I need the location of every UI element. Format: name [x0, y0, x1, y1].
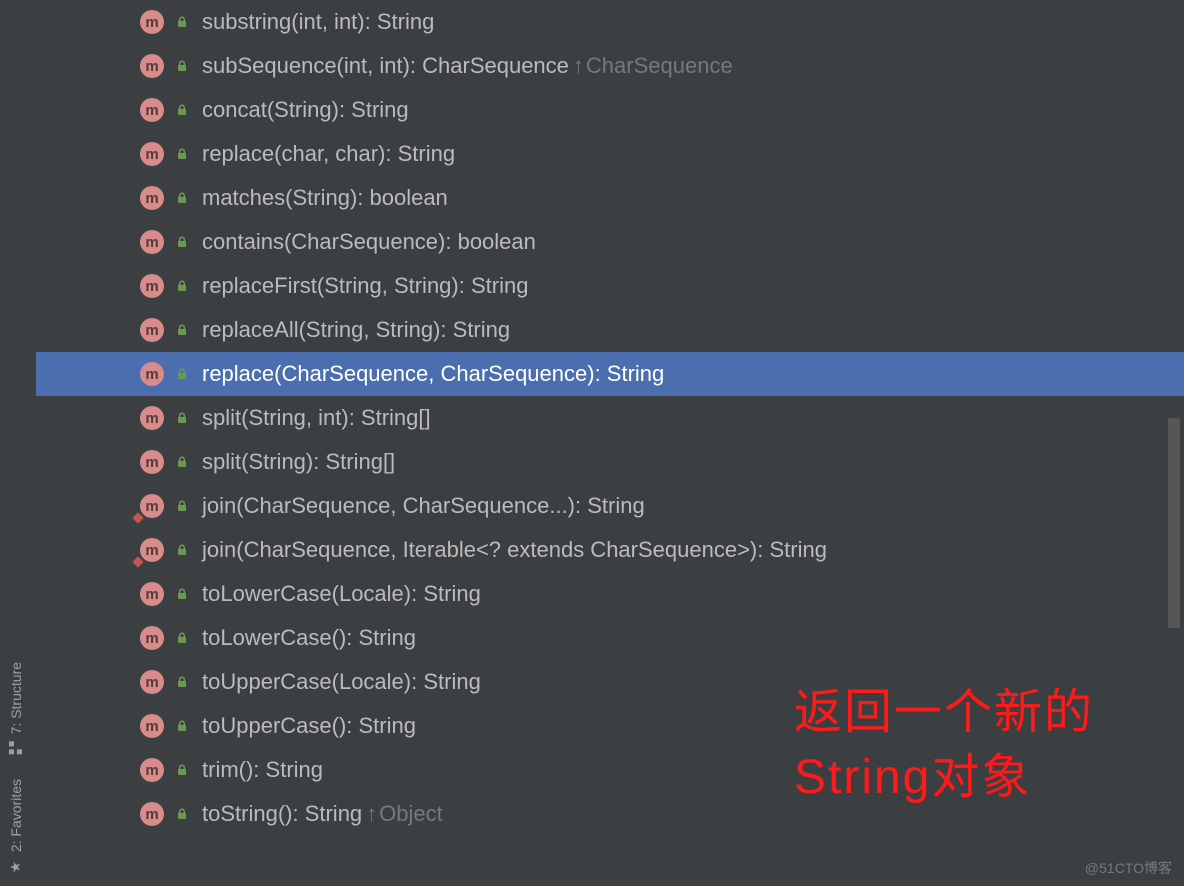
- lock-icon: [174, 542, 190, 558]
- favorites-tool-button[interactable]: ★ 2: Favorites: [4, 767, 28, 886]
- structure-tool-button[interactable]: 7: Structure: [4, 650, 28, 766]
- lock-icon: [174, 278, 190, 294]
- method-row[interactable]: m join(CharSequence, Iterable<? extends C…: [36, 528, 1184, 572]
- method-row[interactable]: m contains(CharSequence): boolean: [36, 220, 1184, 264]
- method-icon: m: [140, 582, 164, 606]
- method-signature: join(CharSequence, Iterable<? extends Ch…: [202, 537, 827, 563]
- lock-icon: [174, 630, 190, 646]
- lock-icon: [174, 234, 190, 250]
- method-signature: replace(char, char): String: [202, 141, 455, 167]
- method-signature: replaceAll(String, String): String: [202, 317, 510, 343]
- method-signature: toLowerCase(Locale): String: [202, 581, 481, 607]
- lock-icon: [174, 322, 190, 338]
- method-signature: replace(CharSequence, CharSequence): Str…: [202, 361, 664, 387]
- watermark: @51CTO博客: [1085, 858, 1172, 878]
- method-signature: replaceFirst(String, String): String: [202, 273, 528, 299]
- method-signature: join(CharSequence, CharSequence...): Str…: [202, 493, 645, 519]
- method-row[interactable]: m toLowerCase(Locale): String: [36, 572, 1184, 616]
- lock-icon: [174, 718, 190, 734]
- lock-icon: [174, 410, 190, 426]
- up-arrow-icon: ↑: [366, 801, 377, 826]
- method-row[interactable]: m replaceAll(String, String): String: [36, 308, 1184, 352]
- method-row[interactable]: m split(String, int): String[]: [36, 396, 1184, 440]
- method-signature: subSequence(int, int): CharSequence: [202, 53, 569, 79]
- lock-icon: [174, 674, 190, 690]
- method-signature: substring(int, int): String: [202, 9, 434, 35]
- structure-icon: [9, 740, 23, 756]
- method-icon: m: [140, 54, 164, 78]
- lock-icon: [174, 190, 190, 206]
- method-signature: contains(CharSequence): boolean: [202, 229, 536, 255]
- method-signature: toUpperCase(): String: [202, 713, 416, 739]
- method-signature: matches(String): boolean: [202, 185, 448, 211]
- favorites-label: 2: Favorites: [8, 779, 24, 852]
- method-icon: m: [140, 98, 164, 122]
- method-signature: split(String, int): String[]: [202, 405, 431, 431]
- method-row[interactable]: m subSequence(int, int): CharSequence↑Cha…: [36, 44, 1184, 88]
- lock-icon: [174, 58, 190, 74]
- annotation-text: 返回一个新的 String对象: [794, 681, 1094, 811]
- method-icon: m: [140, 230, 164, 254]
- method-icon: m: [140, 670, 164, 694]
- lock-icon: [174, 586, 190, 602]
- method-signature: concat(String): String: [202, 97, 409, 123]
- method-row[interactable]: m toLowerCase(): String: [36, 616, 1184, 660]
- method-signature: trim(): String: [202, 757, 323, 783]
- method-row[interactable]: m split(String): String[]: [36, 440, 1184, 484]
- tool-window-sidebar: 7: Structure ★ 2: Favorites: [0, 0, 32, 886]
- annotation-line2: String对象: [794, 746, 1094, 811]
- method-icon: m: [140, 802, 164, 826]
- lock-icon: [174, 14, 190, 30]
- method-icon: m: [140, 274, 164, 298]
- lock-icon: [174, 454, 190, 470]
- method-signature: toUpperCase(Locale): String: [202, 669, 481, 695]
- method-row[interactable]: m replaceFirst(String, String): String: [36, 264, 1184, 308]
- structure-panel: m substring(int, int): String m subSequence…: [36, 0, 1184, 886]
- scrollbar-thumb[interactable]: [1168, 418, 1180, 628]
- lock-icon: [174, 498, 190, 514]
- star-icon: ★: [8, 858, 24, 874]
- up-arrow-icon: ↑: [573, 53, 584, 78]
- method-signature: toString(): String: [202, 801, 362, 827]
- lock-icon: [174, 146, 190, 162]
- method-icon: m: [140, 538, 164, 562]
- method-signature: toLowerCase(): String: [202, 625, 416, 651]
- lock-icon: [174, 762, 190, 778]
- method-row[interactable]: m replace(char, char): String: [36, 132, 1184, 176]
- structure-label: 7: Structure: [8, 662, 24, 734]
- method-icon: m: [140, 142, 164, 166]
- method-row[interactable]: m join(CharSequence, CharSequence...): St…: [36, 484, 1184, 528]
- method-signature: split(String): String[]: [202, 449, 395, 475]
- inherited-from: ↑CharSequence: [573, 53, 733, 79]
- method-icon: m: [140, 186, 164, 210]
- method-icon: m: [140, 758, 164, 782]
- lock-icon: [174, 102, 190, 118]
- method-icon: m: [140, 494, 164, 518]
- lock-icon: [174, 366, 190, 382]
- method-icon: m: [140, 362, 164, 386]
- method-row[interactable]: m concat(String): String: [36, 88, 1184, 132]
- method-icon: m: [140, 318, 164, 342]
- method-row[interactable]: m replace(CharSequence, CharSequence): St…: [36, 352, 1184, 396]
- annotation-line1: 返回一个新的: [794, 681, 1094, 746]
- method-row[interactable]: m substring(int, int): String: [36, 0, 1184, 44]
- inherited-from: ↑Object: [366, 801, 443, 827]
- method-icon: m: [140, 626, 164, 650]
- lock-icon: [174, 806, 190, 822]
- method-icon: m: [140, 450, 164, 474]
- method-icon: m: [140, 406, 164, 430]
- method-row[interactable]: m matches(String): boolean: [36, 176, 1184, 220]
- method-icon: m: [140, 714, 164, 738]
- method-icon: m: [140, 10, 164, 34]
